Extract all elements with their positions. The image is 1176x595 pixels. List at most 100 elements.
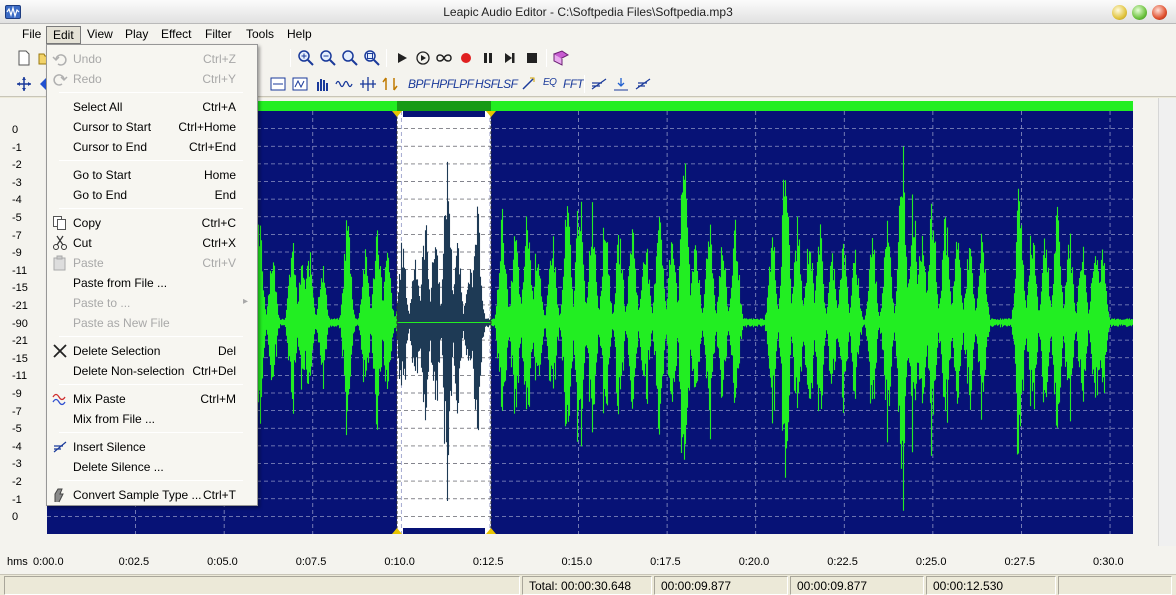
menu-view[interactable]: View	[81, 26, 119, 44]
reverse-icon[interactable]	[633, 74, 653, 94]
spark-icon[interactable]	[518, 74, 538, 94]
menu-item-delete-selection[interactable]: Delete Selection Del	[48, 341, 256, 361]
amplitude-tick-label: -2	[12, 476, 22, 488]
menu-item-label: Undo	[73, 52, 102, 66]
amplitude-tick-label: -15	[12, 352, 28, 365]
play-selection-icon[interactable]	[413, 48, 433, 68]
amplitude-tick-label: -9	[12, 388, 22, 400]
hpf-button[interactable]: HPF	[431, 77, 454, 91]
amplify-icon[interactable]	[290, 74, 310, 94]
hand-icon[interactable]	[312, 74, 332, 94]
menu-item-shortcut: Ctrl+X	[202, 236, 236, 250]
menu-item-go-to-end[interactable]: Go to End End	[48, 185, 256, 205]
menu-item-paste-to[interactable]: Paste to ... ▸	[48, 293, 256, 313]
menu-item-cut[interactable]: Cut Ctrl+X	[48, 233, 256, 253]
close-button[interactable]	[1152, 5, 1167, 20]
time-tick-label: 0:12.5	[472, 556, 504, 568]
zoom-all-icon[interactable]	[362, 48, 382, 68]
menu-item-label: Cursor to Start	[73, 120, 152, 134]
menu-item-label: Paste from File ...	[73, 276, 168, 290]
menu-item-label: Delete Selection	[73, 344, 161, 358]
amplitude-tick-label: -11	[12, 264, 28, 277]
amplitude-tick-label: -9	[12, 247, 22, 260]
menu-item-mix-from-file[interactable]: Mix from File ...	[48, 409, 256, 429]
menu-separator	[59, 384, 243, 385]
menu-item-label: Go to End	[73, 188, 128, 202]
menu-item-label: Go to Start	[73, 168, 132, 182]
menu-play[interactable]: Play	[119, 26, 154, 44]
toolbar-separator	[584, 75, 585, 93]
zoom-selection-icon[interactable]	[340, 48, 360, 68]
split-channel-icon[interactable]	[358, 74, 378, 94]
amplitude-tick-label: -3	[12, 176, 22, 189]
amplitude-tick-label: -4	[12, 194, 22, 207]
eq-button[interactable]: EQ	[543, 77, 557, 88]
menu-item-delete-silence[interactable]: Delete Silence ...	[48, 457, 256, 477]
undo-icon	[52, 51, 68, 67]
menu-item-select-all[interactable]: Select All Ctrl+A	[48, 97, 256, 117]
status-total: Total: 00:00:30.648	[522, 576, 652, 595]
zoom-out-icon[interactable]	[318, 48, 338, 68]
play-icon[interactable]	[392, 48, 412, 68]
menu-filter[interactable]: Filter	[199, 26, 238, 44]
lpf-button[interactable]: LPF	[453, 77, 474, 91]
menu-item-undo[interactable]: Undo Ctrl+Z	[48, 49, 256, 69]
play-to-end-icon[interactable]	[500, 48, 520, 68]
normalize-icon[interactable]	[268, 74, 288, 94]
selection-top-handle	[402, 111, 485, 117]
pitch-icon[interactable]	[380, 74, 400, 94]
amplitude-tick-label: -7	[12, 229, 22, 242]
menu-item-paste[interactable]: Paste Ctrl+V	[48, 253, 256, 273]
bpf-button[interactable]: BPF	[408, 77, 430, 91]
menu-item-go-to-start[interactable]: Go to Start Home	[48, 165, 256, 185]
pause-icon[interactable]	[478, 48, 498, 68]
menu-tools[interactable]: Tools	[240, 26, 280, 44]
menu-item-copy[interactable]: Copy Ctrl+C	[48, 213, 256, 233]
menu-help[interactable]: Help	[281, 26, 318, 44]
minimize-button[interactable]	[1112, 5, 1127, 20]
menu-item-delete-non-selection[interactable]: Delete Non-selection Ctrl+Del	[48, 361, 256, 381]
record-icon[interactable]	[456, 48, 476, 68]
amplitude-ruler: 0 -1 -2 -3 -4 -5 -7 -9 -11 -15 -21 -90 -21 -15 -11 -9 -7…	[4, 98, 46, 546]
menu-item-label: Mix Paste	[73, 392, 126, 406]
menu-effect[interactable]: Effect	[155, 26, 197, 44]
loop-icon[interactable]	[434, 48, 454, 68]
menu-item-redo[interactable]: Redo Ctrl+Y	[48, 69, 256, 89]
lsf-button[interactable]: LSF	[497, 77, 518, 91]
time-tick-label: 0:00.0	[33, 556, 64, 568]
hsf-button[interactable]: HSF	[475, 77, 498, 91]
menu-item-label: Paste to ...	[73, 296, 131, 310]
fade-icon[interactable]	[611, 74, 631, 94]
zoom-in-icon[interactable]	[296, 48, 316, 68]
menu-item-convert-sample-type[interactable]: Convert Sample Type ... Ctrl+T	[48, 485, 256, 505]
menu-separator	[59, 432, 243, 433]
new-file-icon[interactable]	[14, 48, 34, 68]
amplitude-tick-label: -90	[12, 317, 28, 330]
amplitude-tick-label: -4	[12, 440, 22, 453]
stop-icon[interactable]	[522, 48, 542, 68]
menu-file[interactable]: File	[16, 26, 47, 44]
move-cursor-icon[interactable]	[14, 74, 34, 94]
menu-item-label: Delete Silence ...	[73, 460, 164, 474]
menu-item-insert-silence[interactable]: Insert Silence	[48, 437, 256, 457]
paste-icon	[52, 255, 68, 271]
time-tick-label: 0:17.5	[650, 556, 681, 568]
menu-edit[interactable]: Edit	[46, 26, 81, 44]
amplitude-tick-label: 0	[12, 511, 19, 524]
amplitude-tick-label: -7	[12, 405, 22, 418]
menu-item-paste-as-new-file[interactable]: Paste as New File	[48, 313, 256, 333]
maximize-button[interactable]	[1132, 5, 1147, 20]
menu-item-cursor-to-end[interactable]: Cursor to End Ctrl+End	[48, 137, 256, 157]
menu-item-label: Delete Non-selection	[73, 364, 185, 378]
envelope-icon[interactable]	[589, 74, 609, 94]
menu-separator	[59, 208, 243, 209]
fft-button[interactable]: FFT	[563, 77, 584, 91]
vertical-scrollbar[interactable]	[1158, 98, 1176, 546]
menu-item-paste-from-file[interactable]: Paste from File ...	[48, 273, 256, 293]
help-book-icon[interactable]	[551, 48, 571, 68]
menu-item-mix-paste[interactable]: Mix Paste Ctrl+M	[48, 389, 256, 409]
convert-icon	[52, 487, 68, 503]
redo-icon	[52, 71, 68, 87]
vibrato-icon[interactable]	[334, 74, 354, 94]
menu-item-cursor-to-start[interactable]: Cursor to Start Ctrl+Home	[48, 117, 256, 137]
